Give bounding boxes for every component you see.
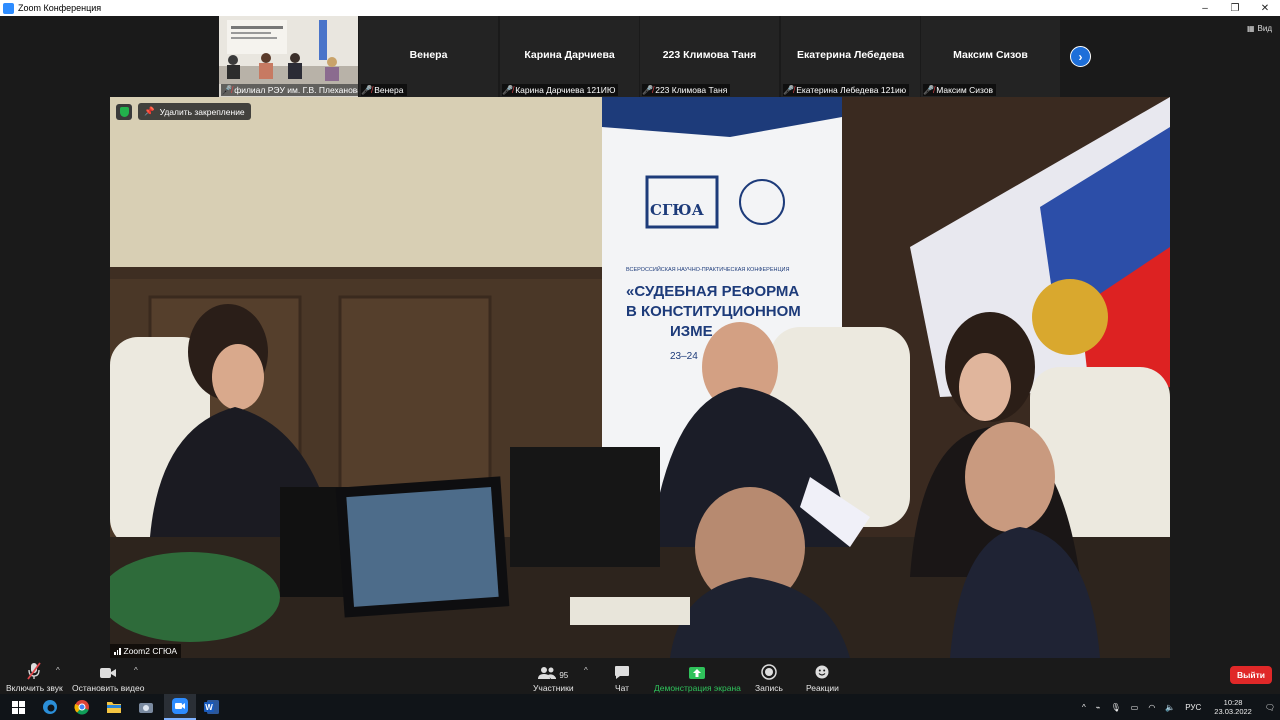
- share-screen-button[interactable]: Демонстрация экрана: [654, 662, 741, 693]
- banner-line3: ИЗМЕ: [670, 323, 713, 340]
- video-options-caret[interactable]: ^: [134, 666, 138, 675]
- taskbar-camera[interactable]: [130, 694, 162, 720]
- language-indicator[interactable]: РУС: [1185, 703, 1201, 712]
- participants-icon: [538, 667, 557, 679]
- maximize-button[interactable]: ❐: [1220, 0, 1250, 16]
- minimize-button[interactable]: –: [1190, 0, 1220, 16]
- window-titlebar: Zoom Конференция – ❐ ✕: [0, 0, 1280, 16]
- banner-subtitle: ВСЕРОССИЙСКАЯ НАУЧНО-ПРАКТИЧЕСКАЯ КОНФЕР…: [626, 267, 790, 273]
- participant-tile[interactable]: Максим Сизов 🎤̸ Максим Сизов: [921, 16, 1060, 97]
- participant-tile-label: 🎤̸ Максим Сизов: [923, 84, 997, 96]
- muted-mic-icon: 🎤̸: [502, 84, 514, 95]
- zoom-icon: [172, 698, 188, 714]
- participant-tile-label: 🎤̸ Екатерина Лебедева 121ию: [783, 84, 910, 96]
- participant-tile-label: 🎤̸ Карина Дарчиева 121ИЮ: [502, 84, 619, 96]
- participant-tile-label: 🎤̸ филиал РЭУ им. Г.В. Плеханова: [221, 84, 358, 96]
- banner-org: СГЮА: [650, 201, 704, 219]
- zoom-app-icon: [3, 2, 14, 14]
- participant-tile-label: 🎤̸ Венера: [361, 84, 407, 96]
- grid-icon: ▦: [1246, 24, 1255, 33]
- smiley-icon: [814, 662, 830, 680]
- muted-mic-icon: 🎤̸: [361, 84, 373, 95]
- participants-icon-group: 95: [538, 662, 568, 680]
- unmute-button[interactable]: Включить звук: [6, 662, 63, 693]
- main-video-feed: [110, 97, 1170, 658]
- leave-button[interactable]: Выйти: [1230, 666, 1272, 684]
- participants-count: 95: [559, 671, 569, 680]
- svg-text:W: W: [205, 703, 213, 712]
- participant-tile[interactable]: Карина Дарчиева 🎤̸ Карина Дарчиева 121ИЮ: [500, 16, 639, 97]
- share-screen-icon: [688, 662, 706, 680]
- signal-icon: [114, 647, 121, 655]
- reactions-button[interactable]: Реакции: [806, 662, 839, 693]
- unpin-button[interactable]: 📌 Удалить закрепление: [138, 103, 251, 120]
- banner-line2: В КОНСТИТУЦИОННОМ: [626, 303, 801, 320]
- windows-logo-icon: [11, 700, 25, 714]
- muted-mic-icon: 🎤̸: [642, 84, 654, 95]
- muted-mic-icon: [26, 662, 42, 680]
- participant-name: 223 Климова Таня: [662, 49, 757, 61]
- muted-mic-icon: 🎤̸: [923, 84, 935, 95]
- taskbar-zoom[interactable]: [164, 694, 196, 720]
- clock-time: 10:28: [1223, 698, 1243, 707]
- audio-options-caret[interactable]: ^: [56, 666, 60, 675]
- taskbar-word[interactable]: W: [196, 694, 228, 720]
- camera-app-icon: [139, 703, 153, 713]
- chrome-icon: [74, 700, 89, 715]
- security-shield-icon[interactable]: [116, 103, 132, 120]
- taskbar-explorer[interactable]: [98, 694, 130, 720]
- muted-mic-icon: 🎤̸: [221, 84, 233, 95]
- start-button[interactable]: [2, 694, 34, 720]
- taskbar-chrome[interactable]: [66, 694, 98, 720]
- record-button[interactable]: Запись: [755, 662, 783, 693]
- volume-icon[interactable]: 🔈: [1165, 703, 1175, 712]
- windows-taskbar: W ^ ⌁ 🎙 ▭ ◠ 🔈 РУС 10:28 23.03.2022 🗨: [0, 694, 1280, 720]
- pin-icon: 📌: [144, 106, 155, 116]
- network-icon[interactable]: ⌁: [1096, 703, 1101, 712]
- gallery-strip: 🎤̸ филиал РЭУ им. Г.В. Плеханова Венера …: [0, 16, 1280, 97]
- meeting-toolbar: Включить звук ^ Остановить видео ^ 95 Уч…: [0, 658, 1280, 694]
- close-button[interactable]: ✕: [1250, 0, 1280, 16]
- notifications-icon[interactable]: 🗨: [1265, 703, 1275, 712]
- edge-icon: [43, 700, 57, 714]
- record-icon: [761, 662, 777, 680]
- word-icon: W: [204, 700, 219, 714]
- participant-name: Максим Сизов: [953, 49, 1028, 61]
- banner-date: 23–24: [670, 351, 698, 362]
- participant-name: Венера: [409, 49, 448, 61]
- banner-line1: «СУДЕБНАЯ РЕФОРМА: [626, 283, 800, 300]
- muted-mic-icon: 🎤̸: [783, 84, 795, 95]
- participants-options-caret[interactable]: ^: [584, 666, 588, 675]
- participant-tile[interactable]: Венера 🎤̸ Венера: [359, 16, 498, 97]
- system-tray: ^ ⌁ 🎙 ▭ ◠ 🔈 РУС 10:28 23.03.2022 🗨: [1077, 694, 1280, 720]
- battery-icon[interactable]: ▭: [1131, 703, 1139, 712]
- participant-name: Карина Дарчиева: [524, 49, 615, 61]
- view-button[interactable]: ▦ Вид: [1247, 24, 1272, 33]
- window-title: Zoom Конференция: [18, 3, 102, 13]
- taskbar-edge[interactable]: [34, 694, 66, 720]
- chat-button[interactable]: Чат: [614, 662, 630, 693]
- camera-icon: [99, 662, 117, 680]
- participant-tile[interactable]: 223 Климова Таня 🎤̸ 223 Климова Таня: [640, 16, 779, 97]
- chevron-right-icon: ›: [1078, 49, 1083, 64]
- participant-name: Екатерина Лебедева: [796, 49, 905, 61]
- next-page-button[interactable]: ›: [1070, 46, 1091, 67]
- window-controls: – ❐ ✕: [1190, 0, 1280, 16]
- participants-button[interactable]: 95 Участники: [533, 662, 574, 693]
- participant-video-feed: [219, 16, 358, 84]
- main-video[interactable]: СГЮА ВСЕРОССИЙСКАЯ НАУЧНО-ПРАКТИЧЕСКАЯ К…: [110, 97, 1170, 658]
- participant-tile-video[interactable]: 🎤̸ филиал РЭУ им. Г.В. Плеханова: [219, 16, 358, 97]
- speaker-label: Zoom2 СГЮА: [110, 644, 182, 658]
- clock-date: 23.03.2022: [1214, 707, 1252, 716]
- folder-icon: [107, 702, 121, 713]
- microphone-icon[interactable]: 🎙: [1111, 703, 1121, 712]
- participant-tile[interactable]: Екатерина Лебедева 🎤̸ Екатерина Лебедева…: [781, 16, 920, 97]
- chat-icon: [614, 662, 630, 680]
- clock[interactable]: 10:28 23.03.2022: [1214, 698, 1252, 716]
- wifi-icon[interactable]: ◠: [1148, 703, 1155, 712]
- pin-controls: 📌 Удалить закрепление: [116, 103, 251, 120]
- participant-tile-label: 🎤̸ 223 Климова Таня: [642, 84, 731, 96]
- chevron-up-icon[interactable]: ^: [1082, 703, 1086, 712]
